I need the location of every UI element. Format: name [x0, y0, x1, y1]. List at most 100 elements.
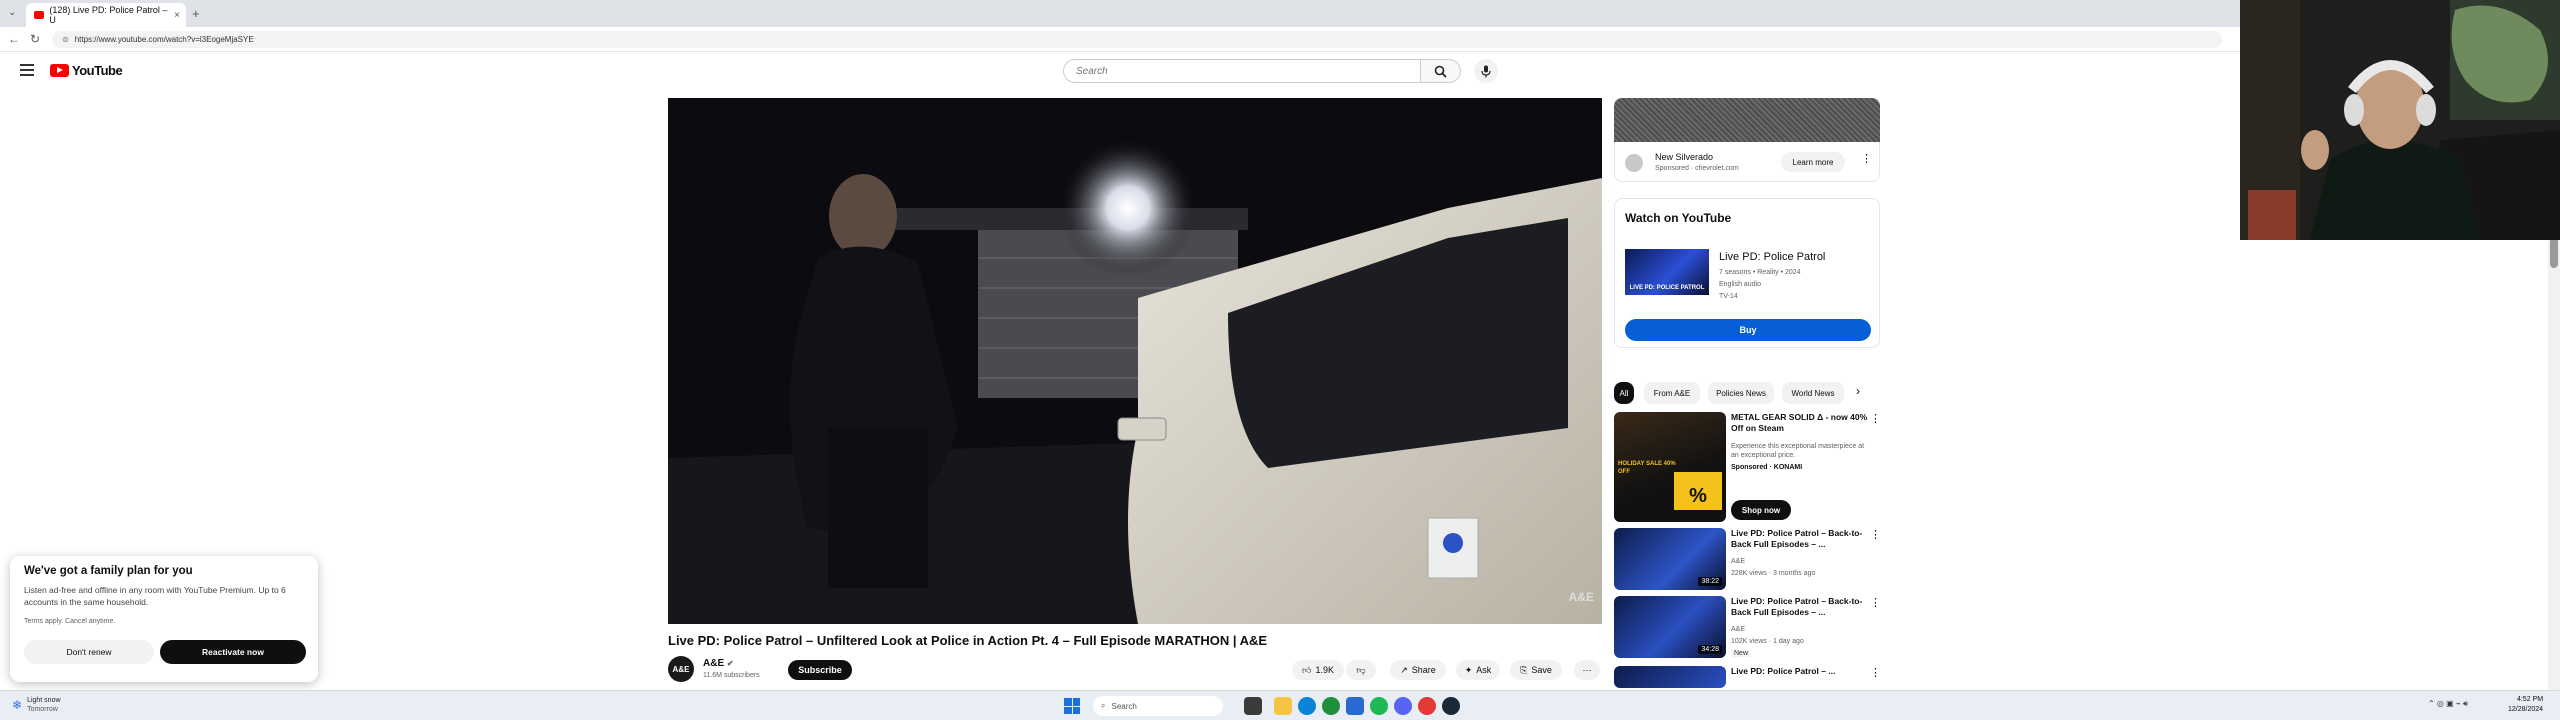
chrome-icon[interactable]: [1322, 697, 1340, 715]
list-item[interactable]: % HOLIDAY SALE 40% OFF METAL GEAR SOLID …: [1614, 412, 1881, 524]
list-item[interactable]: 38:22 Live PD: Police Patrol – Back-to-B…: [1614, 528, 1881, 592]
promo-terms[interactable]: Terms apply. Cancel anytime.: [24, 618, 115, 625]
search-icon: ⌕: [1101, 701, 1106, 710]
video-title: Live PD: Police Patrol – Unfiltered Look…: [668, 633, 1268, 648]
rec-title[interactable]: Live PD: Police Patrol – Back-to-Back Fu…: [1731, 596, 1871, 618]
spotify-icon[interactable]: [1370, 697, 1388, 715]
address-bar: ← ↻ ⊜ https://www.youtube.com/watch?v=l3…: [0, 27, 2240, 52]
chevron-right-icon[interactable]: ›: [1856, 384, 1860, 398]
youtube-favicon-icon: [34, 11, 45, 19]
chip-policies-news[interactable]: Policies News: [1708, 382, 1774, 404]
reactivate-now-button[interactable]: Reactivate now: [160, 640, 306, 664]
windows-taskbar: ❄ Light snow Tomorrow ⌕ Search ⌃ ◎ ▣ ⌁ 🔊…: [0, 690, 2560, 720]
rec-more-icon[interactable]: ⋮: [1870, 412, 1881, 425]
search-button[interactable]: [1421, 59, 1461, 83]
bookmark-icon: ⎘: [1520, 664, 1528, 675]
youtube-logo[interactable]: YouTube: [50, 63, 123, 78]
chip-world-news[interactable]: World News: [1782, 382, 1844, 404]
start-button[interactable]: [1063, 697, 1081, 715]
clock-time: 4:52 PM: [2516, 696, 2544, 703]
watch-card-heading: Watch on YouTube: [1625, 211, 1732, 225]
taskbar-search[interactable]: ⌕ Search: [1093, 696, 1223, 716]
promo-body: Listen ad-free and offline in any room w…: [24, 585, 286, 607]
new-tab-button[interactable]: +: [192, 6, 200, 21]
show-title[interactable]: Live PD: Police Patrol: [1719, 251, 1825, 263]
youtube-play-logo-icon: [50, 64, 69, 77]
share-button[interactable]: ↗ Share: [1390, 660, 1446, 680]
video-thumbnail[interactable]: 38:22: [1614, 528, 1726, 590]
search-input[interactable]: Search: [1063, 59, 1421, 83]
site-info-icon[interactable]: ⊜: [62, 35, 69, 44]
clock-date: 12/28/2024: [2508, 706, 2544, 713]
dislike-button[interactable]: 👎︎: [1346, 660, 1376, 680]
duration-badge: 38:22: [1698, 577, 1722, 586]
shop-now-button[interactable]: Shop now: [1731, 500, 1791, 520]
chip-from-ae[interactable]: From A&E: [1644, 382, 1700, 404]
rec-title[interactable]: Live PD: Police Patrol – ...: [1731, 666, 1871, 677]
advertiser-avatar[interactable]: [1625, 154, 1643, 172]
ad-name[interactable]: New Silverado: [1655, 152, 1713, 162]
system-tray[interactable]: ⌃ ◎ ▣ ⌁ 🔊︎: [2428, 699, 2468, 709]
steam-icon[interactable]: [1442, 697, 1460, 715]
taskbar-search-label: Search: [1111, 701, 1137, 711]
taskbar-clock[interactable]: 4:52 PM 12/28/2024: [2508, 695, 2543, 715]
weather-widget[interactable]: ❄ Light snow Tomorrow: [12, 696, 61, 714]
watch-on-youtube-card: Watch on YouTube LIVE PD: POLICE PATROL …: [1614, 198, 1880, 348]
menu-hamburger-icon[interactable]: [20, 64, 34, 76]
reload-icon[interactable]: ↻: [30, 32, 40, 46]
snow-icon: ❄: [12, 697, 23, 712]
learn-more-button[interactable]: Learn more: [1781, 152, 1845, 172]
close-tab-icon[interactable]: ×: [174, 10, 180, 21]
video-thumbnail[interactable]: [1614, 666, 1726, 688]
verified-icon: ✔: [726, 659, 734, 668]
channel-avatar[interactable]: A&E: [668, 656, 694, 682]
discord-icon[interactable]: [1394, 697, 1412, 715]
list-item[interactable]: Live PD: Police Patrol – ... ⋮: [1614, 666, 1880, 688]
video-thumbnail[interactable]: % HOLIDAY SALE 40% OFF: [1614, 412, 1726, 522]
channel-watermark: A&E: [1568, 590, 1594, 604]
rec-more-icon[interactable]: ⋮: [1870, 666, 1880, 679]
video-thumbnail[interactable]: 34:28: [1614, 596, 1726, 658]
channel-name[interactable]: A&E ✔: [703, 658, 734, 669]
webcam-feed: [2240, 0, 2560, 240]
ad-sponsor: Sponsored · chevrolet.com: [1655, 165, 1739, 172]
video-player[interactable]: A&E: [668, 98, 1602, 624]
ask-button[interactable]: ✦ Ask: [1456, 660, 1500, 680]
rec-sponsor: Sponsored · KONAMI: [1731, 464, 1803, 471]
rec-more-icon[interactable]: ⋮: [1870, 596, 1881, 609]
rec-title[interactable]: METAL GEAR SOLID Δ - now 40% Off on Stea…: [1731, 412, 1871, 434]
show-thumbnail[interactable]: LIVE PD: POLICE PATROL: [1625, 249, 1709, 295]
rec-channel[interactable]: A&E: [1731, 626, 1745, 633]
obs-icon[interactable]: [1418, 697, 1436, 715]
save-button[interactable]: ⎘ Save: [1510, 660, 1562, 680]
app-icon[interactable]: [1346, 697, 1364, 715]
task-view-icon[interactable]: [1244, 697, 1262, 715]
ask-label: Ask: [1476, 665, 1492, 675]
scrollbar-thumb[interactable]: [2550, 238, 2558, 268]
premium-promo-dialog: We've got a family plan for you Listen a…: [10, 556, 318, 682]
rec-channel[interactable]: A&E: [1731, 558, 1745, 565]
tab-list-chevron-icon[interactable]: ⌄: [8, 7, 16, 18]
file-explorer-icon[interactable]: [1274, 697, 1292, 715]
browser-tab[interactable]: (128) Live PD: Police Patrol – U ×: [26, 3, 186, 27]
chip-all[interactable]: All: [1614, 382, 1634, 404]
show-rating: TV-14: [1719, 293, 1738, 300]
like-button[interactable]: 👍︎ 1.9K: [1292, 660, 1344, 680]
ad-banner-image[interactable]: [1614, 98, 1880, 142]
show-meta: 7 seasons • Reality • 2024: [1719, 269, 1801, 276]
more-actions-button[interactable]: ⋯: [1574, 660, 1600, 680]
buy-button[interactable]: Buy: [1625, 319, 1871, 341]
ad-more-icon[interactable]: ⋮: [1861, 152, 1872, 165]
list-item[interactable]: 34:28 Live PD: Police Patrol – Back-to-B…: [1614, 596, 1881, 660]
webcam-overlay: [2240, 0, 2560, 240]
rec-title[interactable]: Live PD: Police Patrol – Back-to-Back Fu…: [1731, 528, 1871, 550]
dont-renew-button[interactable]: Don't renew: [24, 640, 154, 664]
voice-search-button[interactable]: [1474, 59, 1498, 83]
rec-views: 228K views · 3 months ago: [1731, 570, 1816, 577]
back-arrow-icon[interactable]: ←: [8, 32, 20, 46]
rec-views: 102K views · 1 day ago: [1731, 638, 1804, 645]
edge-icon[interactable]: [1298, 697, 1316, 715]
rec-more-icon[interactable]: ⋮: [1870, 528, 1881, 541]
subscribe-button[interactable]: Subscribe: [788, 660, 852, 680]
url-field[interactable]: ⊜ https://www.youtube.com/watch?v=l3Eoge…: [52, 31, 2222, 48]
